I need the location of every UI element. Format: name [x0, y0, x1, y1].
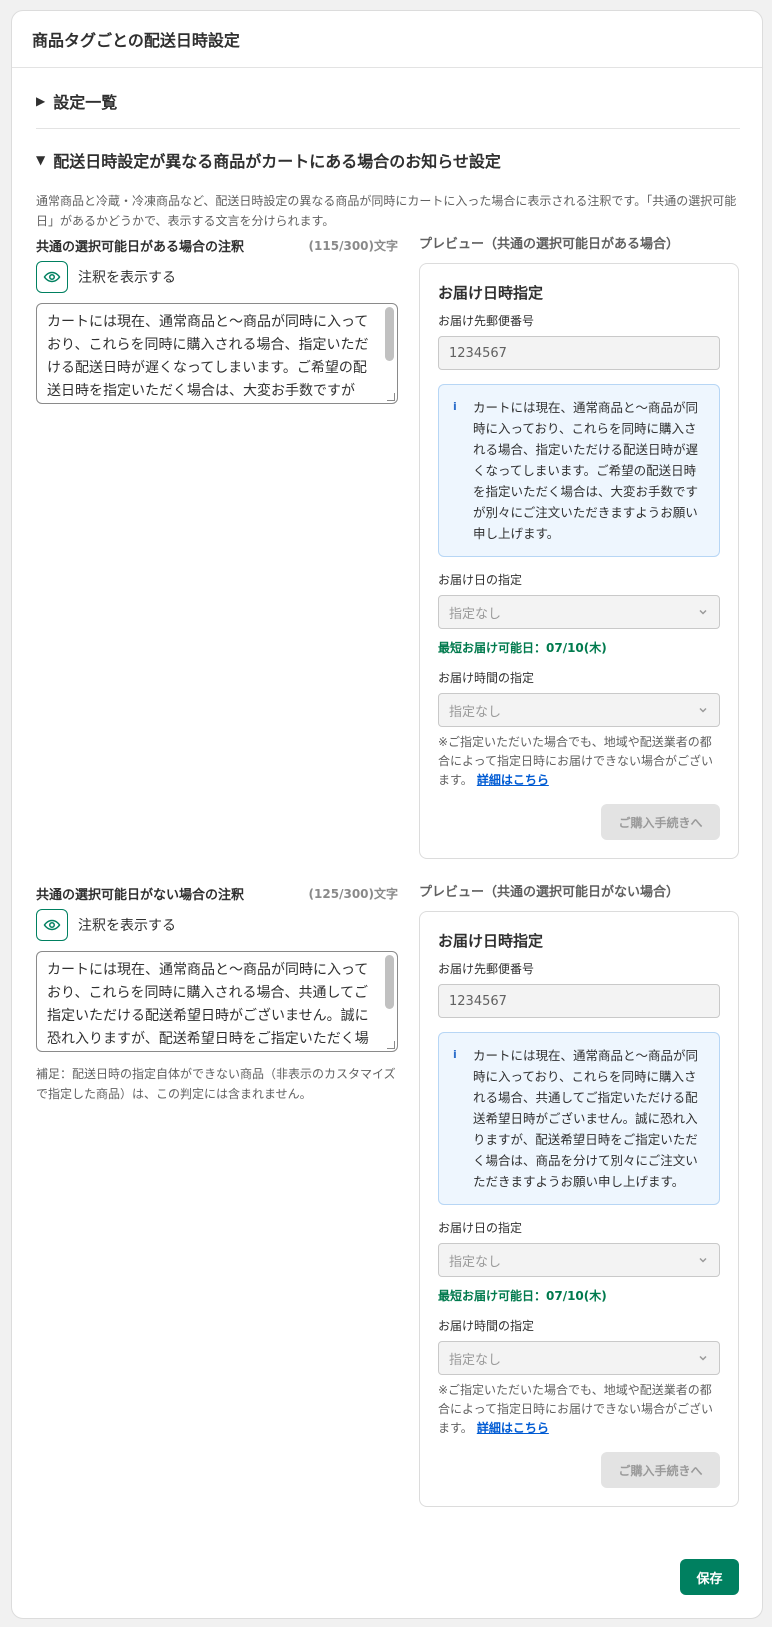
- date-select-value: 指定なし: [449, 606, 502, 622]
- info-notice: i カートには現在、通常商品と〜商品が同時に入っており、これらを同時に購入される…: [438, 1032, 720, 1205]
- postal-input: 1234567: [438, 336, 720, 370]
- time-select-value: 指定なし: [449, 704, 502, 720]
- eye-icon: [43, 919, 61, 931]
- notice-settings-label: 配送日時設定が異なる商品がカートにある場合のお知らせ設定: [53, 152, 501, 171]
- preview-card: お届け日時指定 お届け先郵便番号 1234567 i カートには現在、通常商品と…: [419, 263, 739, 859]
- earliest-date: 最短お届け可能日：07/10(木): [438, 641, 607, 655]
- disclaimer: ※ご指定いただいた場合でも、地域や配送業者の都合によって指定日時にお届けできない…: [438, 733, 720, 790]
- date-select-value: 指定なし: [449, 1254, 502, 1270]
- chevron-down-icon: [699, 707, 707, 713]
- toggle-label: 注釈を表示する: [78, 918, 176, 934]
- preview-title: プレビュー（共通の選択可能日がない場合）: [419, 885, 680, 900]
- resize-handle[interactable]: [387, 393, 395, 401]
- info-notice: i カートには現在、通常商品と〜商品が同時に入っており、これらを同時に購入される…: [438, 384, 720, 557]
- earliest-date: 最短お届け可能日：07/10(木): [438, 1289, 607, 1303]
- caret-right-icon: ▶: [36, 94, 46, 108]
- postal-label: お届け先郵便番号: [438, 962, 535, 976]
- preview-title: プレビュー（共通の選択可能日がある場合）: [419, 237, 680, 252]
- toggle-label: 注釈を表示する: [78, 270, 176, 286]
- show-note-toggle-button[interactable]: [36, 261, 68, 293]
- card-title: 商品タグごとの配送日時設定: [12, 11, 762, 68]
- scrollbar[interactable]: [385, 307, 394, 361]
- save-button[interactable]: 保存: [680, 1559, 739, 1595]
- chevron-down-icon: [699, 1355, 707, 1361]
- note-text: カートには現在、通常商品と〜商品が同時に入っており、これらを同時に購入される場合…: [47, 314, 369, 399]
- details-link[interactable]: 詳細はこちら: [477, 773, 549, 787]
- note-textarea[interactable]: カートには現在、通常商品と〜商品が同時に入っており、これらを同時に購入される場合…: [36, 303, 398, 404]
- settings-list-toggle[interactable]: ▶ 設定一覧: [36, 89, 117, 113]
- time-label: お届け時間の指定: [438, 1319, 535, 1333]
- show-note-toggle-button[interactable]: [36, 909, 68, 941]
- preview-heading: お届け日時指定: [438, 932, 544, 950]
- eye-icon: [43, 271, 61, 283]
- settings-list-label: 設定一覧: [53, 93, 118, 112]
- note-textarea[interactable]: カートには現在、通常商品と〜商品が同時に入っており、これらを同時に購入される場合…: [36, 951, 398, 1052]
- chevron-down-icon: [699, 609, 707, 615]
- disclaimer: ※ご指定いただいた場合でも、地域や配送業者の都合によって指定日時にお届けできない…: [438, 1381, 720, 1438]
- postal-value: 1234567: [449, 345, 507, 361]
- time-select-value: 指定なし: [449, 1352, 502, 1368]
- preview-card: お届け日時指定 お届け先郵便番号 1234567 i カートには現在、通常商品と…: [419, 911, 739, 1507]
- info-text: カートには現在、通常商品と〜商品が同時に入っており、これらを同時に購入される場合…: [473, 1048, 699, 1189]
- note-text: カートには現在、通常商品と〜商品が同時に入っており、これらを同時に購入される場合…: [47, 962, 369, 1047]
- field-label: 共通の選択可能日がある場合の注釈: [36, 239, 245, 255]
- checkout-button: ご購入手続きへ: [601, 1452, 720, 1488]
- resize-handle[interactable]: [387, 1041, 395, 1049]
- field-label: 共通の選択可能日がない場合の注釈: [36, 887, 245, 903]
- settings-card: 商品タグごとの配送日時設定 ▶ 設定一覧 ▼ 配送日時設定が異なる商品がカートに…: [11, 10, 763, 1619]
- supplementary-note: 補足：配送日時の指定自体ができない商品（非表示のカスタマイズで指定した商品）は、…: [36, 1067, 396, 1101]
- notice-settings-toggle[interactable]: ▼ 配送日時設定が異なる商品がカートにある場合のお知らせ設定: [36, 148, 501, 172]
- time-select: 指定なし: [438, 1341, 720, 1375]
- divider: [36, 128, 740, 129]
- caret-down-icon: ▼: [36, 153, 46, 167]
- date-label: お届け日の指定: [438, 1221, 523, 1235]
- info-text: カートには現在、通常商品と〜商品が同時に入っており、これらを同時に購入される場合…: [473, 400, 699, 541]
- info-icon: i: [453, 1048, 457, 1061]
- checkout-button: ご購入手続きへ: [601, 804, 720, 840]
- postal-input: 1234567: [438, 984, 720, 1018]
- postal-label: お届け先郵便番号: [438, 314, 535, 328]
- preview-heading: お届け日時指定: [438, 284, 544, 302]
- scrollbar[interactable]: [385, 955, 394, 1009]
- date-select: 指定なし: [438, 1243, 720, 1277]
- date-select: 指定なし: [438, 595, 720, 629]
- char-counter: (125/300)文字: [308, 886, 398, 901]
- notice-description: 通常商品と冷蔵・冷凍商品など、配送日時設定の異なる商品が同時にカートに入った場合…: [36, 194, 737, 228]
- details-link[interactable]: 詳細はこちら: [477, 1421, 549, 1435]
- date-label: お届け日の指定: [438, 573, 523, 587]
- time-select: 指定なし: [438, 693, 720, 727]
- postal-value: 1234567: [449, 993, 507, 1009]
- info-icon: i: [453, 400, 457, 413]
- chevron-down-icon: [699, 1257, 707, 1263]
- time-label: お届け時間の指定: [438, 671, 535, 685]
- char-counter: (115/300)文字: [308, 238, 398, 253]
